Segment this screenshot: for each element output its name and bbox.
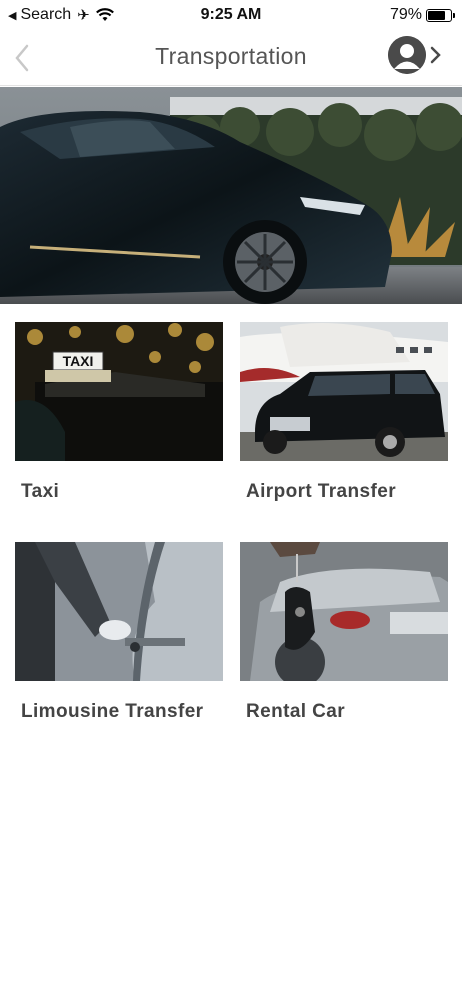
chevron-right-icon bbox=[430, 46, 441, 64]
service-card-airport-transfer[interactable]: Airport Transfer bbox=[240, 322, 448, 503]
service-label: Airport Transfer bbox=[246, 481, 396, 502]
jet-and-limousine-image bbox=[240, 322, 448, 461]
service-label: Rental Car bbox=[246, 701, 346, 722]
user-avatar-icon bbox=[388, 36, 426, 74]
car-key-image bbox=[240, 542, 448, 681]
service-label: Limousine Transfer bbox=[21, 701, 204, 722]
battery-status: 79% bbox=[389, 6, 455, 24]
battery-percent: 79% bbox=[389, 6, 422, 23]
status-bar: ◀ Search ✈ 9:25 AM 79% bbox=[0, 0, 462, 30]
hero-banner bbox=[0, 87, 462, 304]
battery-icon bbox=[426, 8, 455, 22]
service-card-taxi[interactable]: TAXI Taxi bbox=[15, 322, 223, 503]
service-card-limousine-transfer[interactable]: Limousine Transfer bbox=[15, 542, 223, 723]
profile-button[interactable] bbox=[388, 36, 442, 74]
service-card-rental-car[interactable]: Rental Car bbox=[240, 542, 448, 723]
taxi-sign-image: TAXI bbox=[15, 322, 223, 461]
chauffeur-opening-door-image bbox=[15, 542, 223, 681]
svg-text:TAXI: TAXI bbox=[63, 353, 94, 369]
black-suv-image bbox=[0, 87, 462, 304]
battery-level bbox=[428, 10, 446, 20]
navigation-bar: Transportation bbox=[0, 30, 462, 86]
service-label: Taxi bbox=[21, 481, 60, 502]
